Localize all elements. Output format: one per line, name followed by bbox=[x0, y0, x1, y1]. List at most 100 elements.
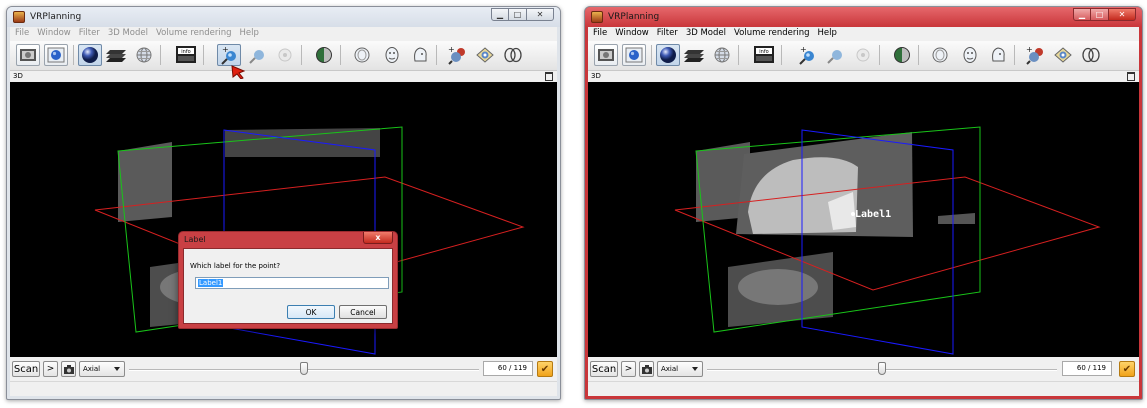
menu-filter[interactable]: Filter bbox=[79, 27, 100, 40]
wire-sphere-button[interactable] bbox=[132, 44, 156, 66]
organ-icon bbox=[932, 47, 948, 63]
delete-point-button[interactable] bbox=[851, 44, 875, 66]
slice-slider-thumb[interactable] bbox=[300, 362, 308, 375]
scan-button[interactable]: Scan bbox=[590, 361, 618, 377]
menu-bar: File Window Filter 3D Model Volume rende… bbox=[588, 27, 1139, 40]
menu-volume-rendering[interactable]: Volume rendering bbox=[156, 27, 232, 40]
stereo-button[interactable] bbox=[501, 44, 525, 66]
minimize-button[interactable]: ▁ bbox=[1073, 8, 1091, 21]
open-model-button[interactable] bbox=[622, 44, 646, 66]
app-icon bbox=[13, 11, 25, 23]
orientation-select[interactable]: Axial bbox=[79, 361, 125, 377]
maximize-button[interactable]: □ bbox=[1091, 8, 1109, 21]
slices-button[interactable] bbox=[683, 44, 707, 66]
toolbar-separator bbox=[203, 45, 204, 65]
window-controls: ▁ □ ✕ bbox=[1073, 8, 1136, 22]
toolbar-separator bbox=[738, 45, 739, 65]
move-point-icon bbox=[249, 50, 264, 64]
move-point-icon bbox=[827, 50, 842, 64]
menu-file[interactable]: File bbox=[593, 27, 607, 40]
tools-button[interactable]: + bbox=[446, 44, 470, 66]
open-dicom-button[interactable] bbox=[16, 44, 40, 66]
menu-window[interactable]: Window bbox=[37, 27, 71, 40]
wire-sphere-icon bbox=[714, 47, 730, 63]
half-sphere-icon bbox=[894, 47, 910, 63]
scan-button[interactable]: Scan bbox=[12, 361, 40, 377]
toolbar-separator bbox=[879, 45, 880, 65]
delete-point-button[interactable] bbox=[273, 44, 297, 66]
toolbar: info + + bbox=[588, 41, 1139, 71]
open-model-button[interactable] bbox=[44, 44, 68, 66]
slices-button[interactable] bbox=[105, 44, 129, 66]
slice-slider-thumb[interactable] bbox=[878, 362, 886, 375]
play-button[interactable]: > bbox=[621, 361, 636, 377]
ct-slice-top bbox=[225, 128, 380, 157]
menu-window[interactable]: Window bbox=[615, 27, 649, 40]
cancel-button[interactable]: Cancel bbox=[339, 305, 387, 319]
tool-action-button[interactable]: ✔ bbox=[1119, 361, 1135, 377]
tools-button[interactable]: + bbox=[1024, 44, 1048, 66]
menu-help[interactable]: Help bbox=[818, 27, 837, 40]
sphere-render-button[interactable] bbox=[656, 44, 680, 66]
info-button[interactable]: info bbox=[174, 44, 198, 66]
wire-sphere-button[interactable] bbox=[710, 44, 734, 66]
face-button[interactable] bbox=[380, 44, 404, 66]
face-button[interactable] bbox=[958, 44, 982, 66]
title-bar[interactable]: VRPlanning ▁ □ ✕ bbox=[585, 7, 1142, 27]
add-point-button[interactable]: + bbox=[795, 44, 819, 66]
slice-counter[interactable]: 60 / 119 bbox=[483, 361, 533, 376]
info-icon: info bbox=[176, 46, 196, 63]
stereo-button[interactable] bbox=[1079, 44, 1103, 66]
client-area: File Window Filter 3D Model Volume rende… bbox=[10, 27, 557, 396]
dialog-close-button[interactable]: x bbox=[363, 232, 393, 244]
snapshot-button[interactable] bbox=[61, 361, 76, 377]
toolbar: info + + bbox=[10, 41, 557, 71]
menu-file[interactable]: File bbox=[15, 27, 29, 40]
organ-button[interactable] bbox=[928, 44, 952, 66]
snapshot-button[interactable] bbox=[639, 361, 654, 377]
sphere-render-button[interactable] bbox=[78, 44, 102, 66]
3d-viewport[interactable]: Label x Which label for the point? Label… bbox=[10, 82, 557, 357]
face-icon bbox=[385, 47, 399, 63]
menu-bar: File Window Filter 3D Model Volume rende… bbox=[10, 27, 557, 40]
tool-action-button[interactable]: ✔ bbox=[537, 361, 553, 377]
camera-icon bbox=[63, 364, 74, 374]
add-point-button[interactable]: + bbox=[217, 44, 241, 66]
play-button[interactable]: > bbox=[43, 361, 58, 377]
close-button[interactable]: ✕ bbox=[527, 8, 554, 21]
minimize-button[interactable]: ▁ bbox=[491, 8, 509, 21]
camera-button[interactable] bbox=[1051, 44, 1075, 66]
maximize-button[interactable]: □ bbox=[509, 8, 527, 21]
toolbar-separator bbox=[651, 45, 652, 65]
maximize-view-icon[interactable] bbox=[1127, 72, 1135, 81]
info-button[interactable]: info bbox=[752, 44, 776, 66]
opacity-button[interactable] bbox=[890, 44, 914, 66]
menu-filter[interactable]: Filter bbox=[657, 27, 678, 40]
3d-viewport[interactable]: Label1 bbox=[588, 82, 1139, 357]
camera-icon bbox=[641, 364, 652, 374]
client-area: File Window Filter 3D Model Volume rende… bbox=[588, 27, 1139, 396]
menu-volume-rendering[interactable]: Volume rendering bbox=[734, 27, 810, 40]
label-input[interactable]: Label1 bbox=[195, 277, 389, 289]
orientation-select[interactable]: Axial bbox=[657, 361, 703, 377]
half-sphere-icon bbox=[316, 47, 332, 63]
ok-button[interactable]: OK bbox=[287, 305, 335, 319]
menu-3d-model[interactable]: 3D Model bbox=[108, 27, 148, 40]
maximize-view-icon[interactable] bbox=[545, 72, 553, 81]
head-button[interactable] bbox=[986, 44, 1010, 66]
move-point-button[interactable] bbox=[823, 44, 847, 66]
head-button[interactable] bbox=[408, 44, 432, 66]
menu-help[interactable]: Help bbox=[240, 27, 259, 40]
close-button[interactable]: ✕ bbox=[1109, 8, 1136, 21]
open-dicom-button[interactable] bbox=[594, 44, 618, 66]
menu-3d-model[interactable]: 3D Model bbox=[686, 27, 726, 40]
title-bar[interactable]: VRPlanning ▁ □ ✕ bbox=[7, 7, 560, 27]
check-icon: ✔ bbox=[540, 363, 550, 375]
opacity-button[interactable] bbox=[312, 44, 336, 66]
move-point-button[interactable] bbox=[245, 44, 269, 66]
slice-counter[interactable]: 60 / 119 bbox=[1062, 361, 1112, 376]
organ-button[interactable] bbox=[350, 44, 374, 66]
folder-scan-icon bbox=[20, 49, 36, 61]
camera-button[interactable] bbox=[473, 44, 497, 66]
info-icon: info bbox=[754, 46, 774, 63]
